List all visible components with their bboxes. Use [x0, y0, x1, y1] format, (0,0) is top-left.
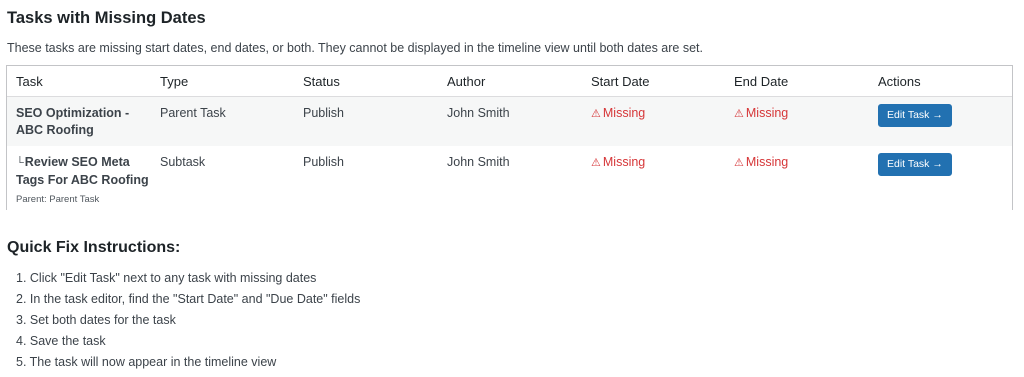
author-cell: John Smith [438, 146, 582, 212]
quick-fix-title: Quick Fix Instructions: [7, 239, 181, 256]
task-cell: └Review SEO Meta Tags For ABC Roofing Pa… [7, 146, 151, 212]
start-date-missing: Missing [602, 106, 646, 120]
task-cell: SEO Optimization - ABC Roofing [7, 96, 151, 146]
column-header-end-date: End Date [725, 66, 869, 97]
intro-text: These tasks are missing start dates, end… [7, 41, 703, 55]
table-row: SEO Optimization - ABC Roofing Parent Ta… [7, 96, 1012, 146]
actions-cell: Edit Task → [869, 96, 1012, 146]
parent-note: Parent: Parent Task [16, 194, 100, 205]
warning-icon: ⚠ [734, 157, 744, 169]
start-date-cell: ⚠ Missing [582, 146, 725, 212]
column-header-task: Task [7, 66, 151, 97]
author-cell: John Smith [438, 96, 582, 146]
page-title: Tasks with Missing Dates [7, 9, 206, 27]
task-title: SEO Optimization - ABC Roofing [16, 106, 130, 137]
list-item: 3. Set both dates for the task [16, 313, 176, 327]
status-cell: Publish [294, 96, 438, 146]
warning-icon: ⚠ [734, 108, 744, 120]
type-cell: Parent Task [151, 96, 294, 146]
warning-icon: ⚠ [591, 108, 601, 120]
list-item: 1. Click "Edit Task" next to any task wi… [16, 271, 317, 285]
list-item: 5. The task will now appear in the timel… [16, 355, 277, 369]
table-header-row: Task Type Status Author Start Date End D… [7, 66, 1012, 97]
list-item: 4. Save the task [16, 334, 106, 348]
type-cell: Subtask [151, 146, 294, 212]
edit-task-button[interactable]: Edit Task → [878, 153, 952, 176]
column-header-actions: Actions [869, 66, 1012, 97]
missing-dates-table: Task Type Status Author Start Date End D… [6, 65, 1013, 212]
status-cell: Publish [294, 146, 438, 212]
end-date-missing: Missing [745, 106, 789, 120]
column-header-status: Status [294, 66, 438, 97]
start-date-cell: ⚠ Missing [582, 96, 725, 146]
list-item: 2. In the task editor, find the "Start D… [16, 292, 361, 306]
end-date-cell: ⚠ Missing [725, 146, 869, 212]
table-row: └Review SEO Meta Tags For ABC Roofing Pa… [7, 146, 1012, 212]
start-date-missing: Missing [602, 155, 646, 169]
end-date-cell: ⚠ Missing [725, 96, 869, 146]
column-header-type: Type [151, 66, 294, 97]
column-header-start-date: Start Date [582, 66, 725, 97]
edit-task-button[interactable]: Edit Task → [878, 104, 952, 127]
actions-cell: Edit Task → [869, 146, 1012, 212]
warning-icon: ⚠ [591, 157, 601, 169]
subtask-marker-icon: └ [16, 157, 24, 169]
column-header-author: Author [438, 66, 582, 97]
task-title: └Review SEO Meta Tags For ABC Roofing [16, 155, 149, 187]
end-date-missing: Missing [745, 155, 789, 169]
quick-fix-steps: 1. Click "Edit Task" next to any task wi… [16, 268, 360, 373]
